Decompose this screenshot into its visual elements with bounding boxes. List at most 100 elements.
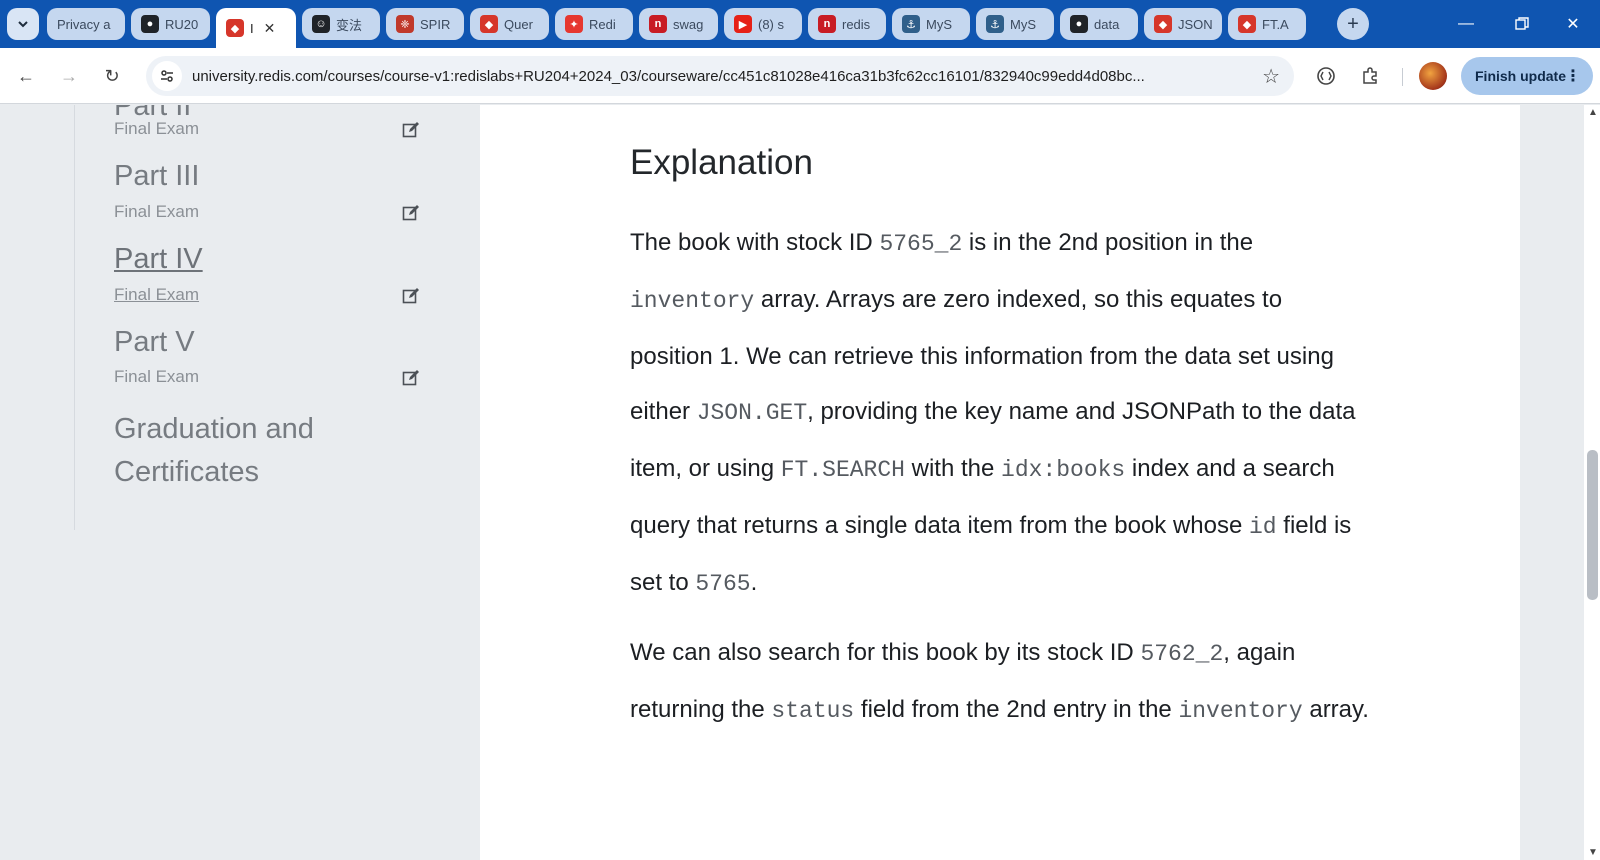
text-run: with the — [904, 455, 1002, 482]
forward-button[interactable]: → — [55, 62, 83, 90]
site-info-icon[interactable] — [152, 61, 182, 91]
toolbar-divider — [1402, 68, 1403, 86]
redis-cube-icon: ◆ — [480, 15, 498, 33]
inline-code: FT.SEARCH — [780, 457, 905, 483]
sidebar-item-part-v-title[interactable]: Part V — [114, 326, 195, 359]
tab-label: JSON — [1178, 16, 1213, 32]
minimize-icon: — — [1458, 15, 1474, 32]
reload-icon: ↻ — [104, 65, 120, 86]
url-text[interactable]: university.redis.com/courses/course-v1:r… — [192, 68, 1242, 85]
browser-tab[interactable]: ◆ I ✕ — [216, 8, 296, 48]
tab-label: RU20 — [165, 16, 199, 32]
explanation-paragraph-2: We can also search for this book by its … — [630, 625, 1370, 739]
redis-cube-icon: ◆ — [1154, 15, 1172, 33]
text-run: array. — [1302, 696, 1369, 723]
scroll-thumb[interactable] — [1587, 450, 1598, 600]
browser-tab[interactable]: ☺ 变法 — [302, 8, 380, 40]
scroll-up-arrow-icon[interactable]: ▲ — [1588, 107, 1598, 118]
browser-tab[interactable]: ◆ JSON — [1144, 8, 1222, 40]
text-run: is in the 2nd position in the — [962, 229, 1254, 256]
browser-tab[interactable]: ● RU20 — [131, 8, 210, 40]
sidebar-item-part-iv-title[interactable]: Part IV — [114, 243, 203, 276]
main-content: Explanation The book with stock ID 5765_… — [480, 105, 1520, 860]
bookmark-star-icon[interactable]: ☆ — [1262, 64, 1280, 89]
github-icon: ● — [1070, 15, 1088, 33]
edit-icon — [402, 122, 419, 138]
exam-label: Final Exam — [114, 202, 200, 221]
tab-label: Redi — [589, 16, 616, 32]
address-bar[interactable]: university.redis.com/courses/course-v1:r… — [146, 56, 1294, 96]
inline-code: 5765 — [695, 571, 751, 597]
tab-label: FT.A — [1262, 16, 1289, 32]
browser-tab[interactable]: n redis — [808, 8, 886, 40]
tab-label: swag — [673, 16, 704, 32]
exam-label: Final Exam — [114, 119, 200, 138]
inline-code: 5765_2 — [879, 231, 963, 257]
extension-icon[interactable] — [1312, 62, 1340, 90]
close-icon: ✕ — [1566, 16, 1580, 33]
minimize-button[interactable]: — — [1438, 0, 1494, 48]
browser-tab[interactable]: Privacy a — [47, 8, 125, 40]
browser-tab[interactable]: ⚓ MyS — [976, 8, 1054, 40]
restore-icon — [1515, 17, 1529, 30]
tab-close-icon[interactable]: ✕ — [264, 20, 276, 37]
browser-tab[interactable]: ❈ SPIR — [386, 8, 464, 40]
profile-avatar[interactable] — [1419, 62, 1447, 90]
finish-update-button[interactable]: Finish update ⋮ — [1461, 57, 1593, 95]
tab-search-button[interactable] — [7, 8, 39, 40]
tab-strip: Privacy a ● RU20 ◆ I ✕ ☺ 变法 ❈ SPIR ◆ Quer ✦ Redi n swag… — [0, 0, 1600, 48]
browser-tab[interactable]: ▶ (8) s — [724, 8, 802, 40]
browser-tab[interactable]: ● data — [1060, 8, 1138, 40]
more-menu-icon: ⋮ — [1565, 68, 1581, 85]
bot-icon: ☺ — [312, 15, 330, 33]
sidebar-item-part-ii-exam[interactable]: Final Exam — [114, 119, 420, 143]
browser-tab[interactable]: ⚓ MyS — [892, 8, 970, 40]
new-tab-button[interactable]: + — [1337, 8, 1369, 40]
tab-label: 变法 — [336, 17, 363, 33]
explanation-paragraph-1: The book with stock ID 5765_2 is in the … — [630, 215, 1370, 612]
sidebar-item-part-v-exam[interactable]: Final Exam — [114, 367, 420, 391]
sidebar-item-part-iv-exam[interactable]: Final Exam — [114, 285, 420, 309]
close-window-button[interactable]: ✕ — [1545, 0, 1600, 48]
sidebar-item-part-iii-title[interactable]: Part III — [114, 160, 199, 193]
chevron-down-icon — [18, 21, 28, 28]
tab-label: redis — [842, 16, 871, 32]
text-run: field from the 2nd entry in the — [854, 696, 1179, 723]
inline-code: 5762_2 — [1140, 641, 1224, 667]
browser-tab[interactable]: ✦ Redi — [555, 8, 633, 40]
reload-button[interactable]: ↻ — [98, 62, 126, 90]
exam-label: Final Exam — [114, 285, 200, 304]
sidebar-item-part-iii-exam[interactable]: Final Exam — [114, 202, 420, 226]
redis-cube-icon: ◆ — [226, 19, 244, 37]
crest-icon: ❈ — [396, 15, 414, 33]
tab-label: Privacy a — [57, 16, 111, 32]
graduation-line-1: Graduation and — [114, 413, 314, 445]
browser-tab[interactable]: ◆ FT.A — [1228, 8, 1306, 40]
sidebar-item-graduation[interactable]: Graduation and Certificates — [114, 408, 314, 494]
tab-label: data — [1094, 16, 1120, 32]
tab-label: I — [250, 20, 254, 36]
github-icon: ● — [141, 15, 159, 33]
finish-update-label: Finish update — [1475, 68, 1566, 84]
tab-label: SPIR — [420, 16, 451, 32]
browser-tab[interactable]: n swag — [639, 8, 718, 40]
back-button[interactable]: ← — [12, 62, 40, 90]
redis-logo-icon: ✦ — [565, 15, 583, 33]
exam-label: Final Exam — [114, 367, 200, 386]
mysql-icon: ⚓ — [986, 15, 1004, 33]
sidebar-divider — [74, 105, 75, 530]
tab-label: MyS — [926, 16, 952, 32]
edit-icon — [402, 205, 419, 221]
scroll-down-arrow-icon[interactable]: ▼ — [1588, 847, 1598, 858]
graduation-line-2: Certificates — [114, 456, 260, 488]
text-run: We can also search for this book by its … — [630, 639, 1141, 666]
mysql-icon: ⚓ — [902, 15, 920, 33]
text-run: . — [750, 569, 758, 596]
plus-icon: + — [1347, 12, 1359, 35]
page-scrollbar[interactable]: ▲ ▼ — [1584, 105, 1600, 860]
puzzle-extensions-icon[interactable] — [1356, 62, 1384, 90]
restore-button[interactable] — [1494, 0, 1550, 48]
tab-label: Quer — [504, 16, 533, 32]
n-icon: n — [649, 15, 667, 33]
browser-tab[interactable]: ◆ Quer — [470, 8, 549, 40]
